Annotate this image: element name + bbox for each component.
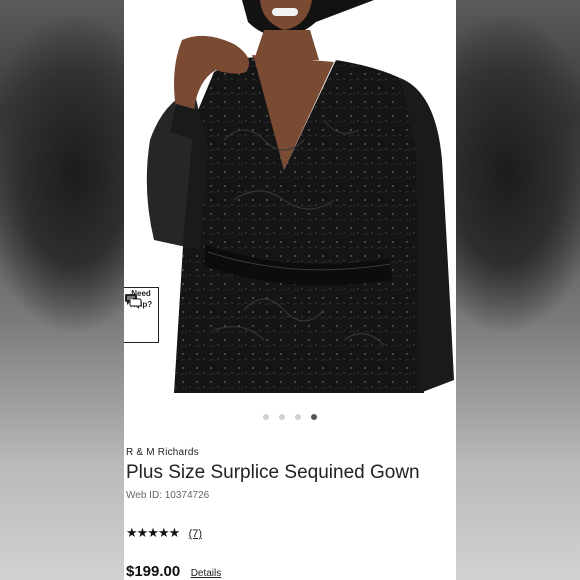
product-price: $199.00 (126, 563, 181, 580)
product-web-id: Web ID: 10374726 (126, 490, 210, 501)
blurred-background-left (0, 0, 124, 580)
carousel-dot-1[interactable] (263, 414, 269, 420)
product-rating[interactable]: ★★★★★ (7) (126, 525, 202, 541)
price-details-link[interactable]: Details (191, 568, 222, 579)
need-help-button[interactable]: Need Help? (124, 287, 159, 343)
blurred-background-right (456, 0, 580, 580)
product-title: Plus Size Surplice Sequined Gown (126, 462, 420, 483)
carousel-dot-3[interactable] (295, 414, 301, 420)
product-panel: Need Help? R & M Richards Plus Size Surp… (124, 0, 456, 580)
carousel-indicators (124, 407, 456, 420)
model-photo-illustration (146, 0, 454, 393)
review-count-link[interactable]: (7) (189, 528, 202, 540)
product-image[interactable]: Need Help? (124, 0, 456, 393)
product-brand[interactable]: R & M Richards (126, 447, 199, 458)
chat-bubbles-icon (125, 294, 142, 309)
carousel-dot-4[interactable] (311, 414, 317, 420)
rating-stars-icon: ★★★★★ (126, 525, 180, 540)
price-row: $199.00 Details (126, 563, 221, 580)
carousel-dot-2[interactable] (279, 414, 285, 420)
